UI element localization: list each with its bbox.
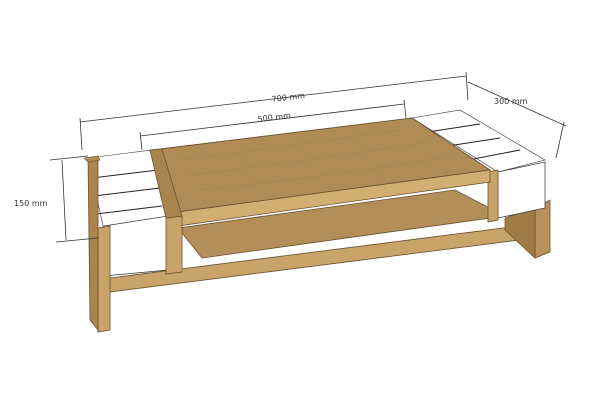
left-compartment-front-panel (103, 215, 169, 277)
extension-line-500-left (139, 131, 143, 151)
extension-line-700-right (465, 71, 469, 101)
extension-line-500-right (403, 99, 407, 119)
label-700mm: 700 mm (271, 91, 305, 104)
extension-line-150-top (49, 155, 89, 161)
shelf-drawing: 700 mm 500 mm 300 mm 150 mm (14, 71, 567, 333)
extension-line-300-right (555, 121, 565, 159)
monitor-stand-3d-model (83, 109, 551, 333)
label-500mm: 500 mm (257, 111, 291, 124)
label-300mm: 300 mm (494, 97, 528, 106)
left-support-front (165, 215, 183, 275)
label-150mm: 150 mm (14, 199, 48, 208)
extension-line-700-left (79, 117, 83, 151)
left-leg-front (97, 225, 111, 333)
right-compartment-front-panel (497, 161, 546, 219)
left-leg-side (87, 156, 99, 332)
dimension-line-150 (61, 159, 67, 241)
